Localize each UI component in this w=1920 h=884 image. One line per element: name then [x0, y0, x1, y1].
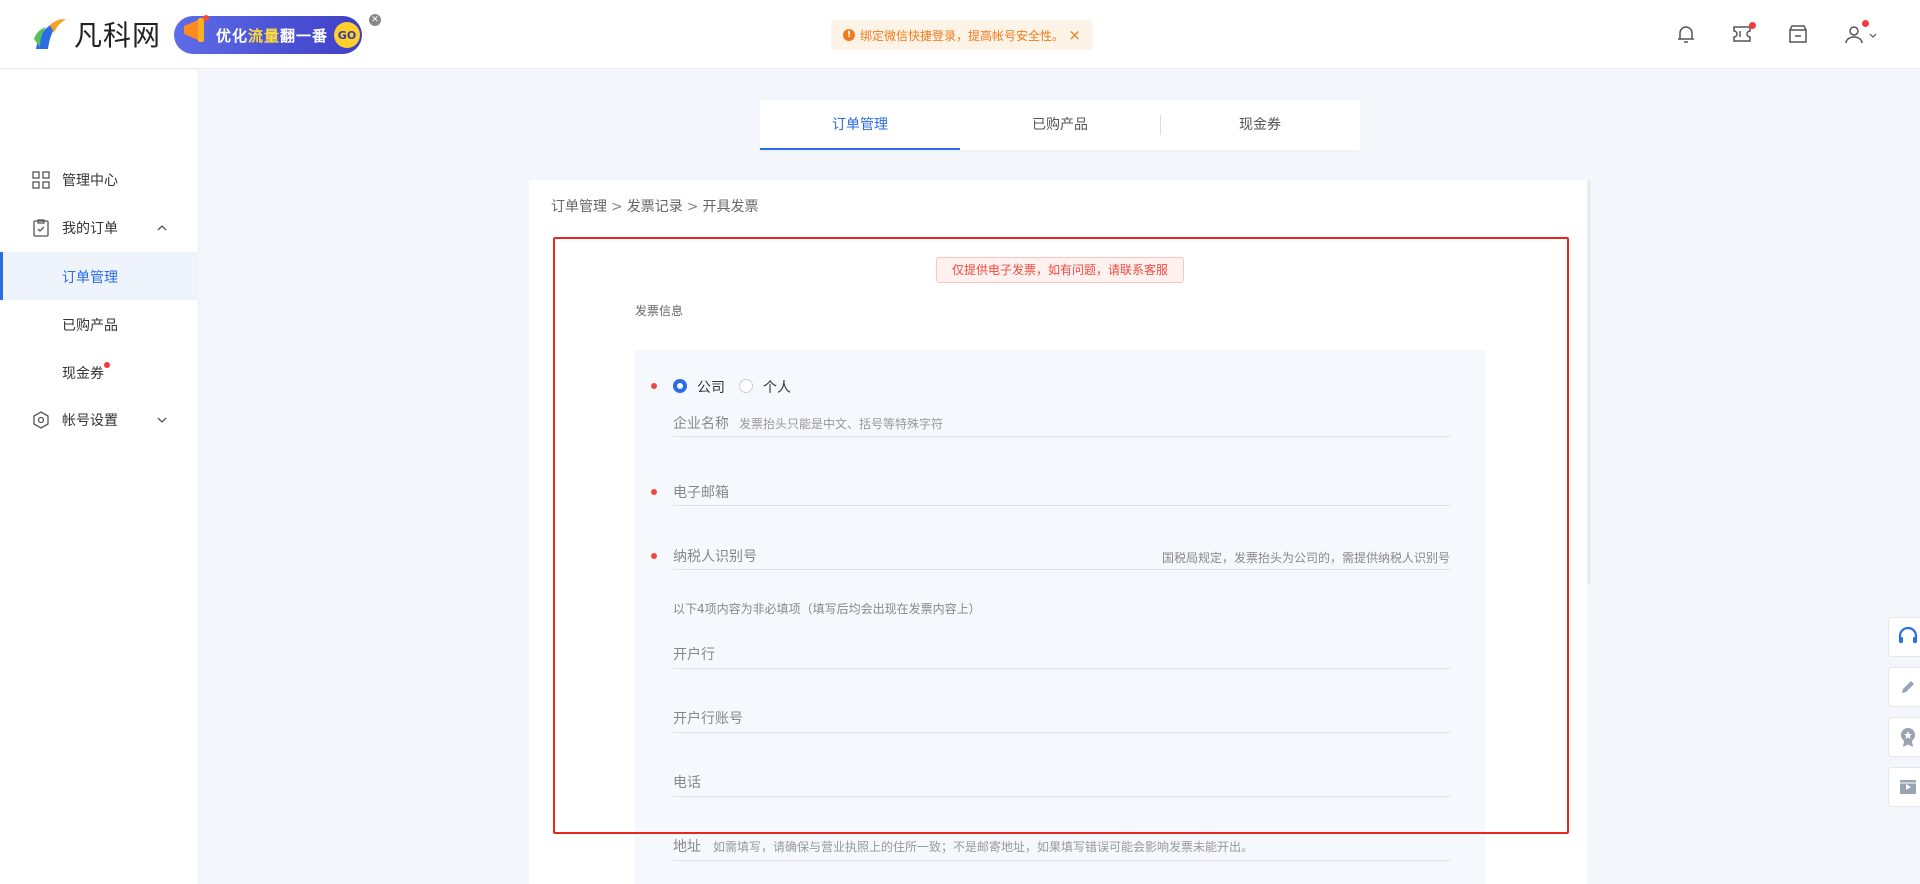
sidebar-item-cash-coupons[interactable]: 现金券: [0, 348, 199, 396]
pencil-icon: [1902, 681, 1914, 693]
settings-hexagon-icon: [33, 411, 49, 429]
breadcrumb-order-management[interactable]: 订单管理: [551, 199, 607, 215]
top-bar: 凡科网 优化流量翻一番 GO ✕ ! 绑定微信快捷登录，提高帐号安全性。 ×: [0, 0, 1920, 69]
sidebar-item-account-settings[interactable]: 帐号设置: [0, 396, 199, 444]
sidebar-item-my-orders[interactable]: 我的订单: [0, 204, 199, 252]
address-placeholder[interactable]: 如需填写，请确保与营业执照上的住所一致；不是邮寄地址，如果填写错误可能会影响发票…: [713, 838, 1253, 855]
store-icon[interactable]: [1786, 22, 1810, 46]
breadcrumb-invoice-records[interactable]: 发票记录: [627, 199, 683, 215]
sidebar-item-dashboard[interactable]: 管理中心: [0, 156, 199, 204]
scrollbar[interactable]: [1587, 180, 1591, 584]
customer-service-button[interactable]: [1888, 617, 1920, 657]
warning-icon: !: [843, 29, 855, 41]
chevron-down-icon[interactable]: [1868, 22, 1878, 46]
sidebar-item-label: 帐号设置: [62, 413, 118, 429]
sidebar: 管理中心 我的订单 订单管理 已购产品 现金券 帐号设置: [0, 70, 199, 884]
promo-banner[interactable]: 优化流量翻一番 GO: [174, 15, 362, 54]
badge-icon: [1901, 728, 1915, 747]
video-icon: [1900, 780, 1916, 794]
promo-go-button[interactable]: GO: [334, 22, 360, 48]
highlight-frame: [553, 237, 1569, 834]
breadcrumb-issue-invoice: 开具发票: [702, 199, 759, 215]
tab-bar: 订单管理 已购产品 现金券: [760, 100, 1360, 150]
sidebar-item-label: 管理中心: [62, 173, 118, 189]
sidebar-item-order-management[interactable]: 订单管理: [0, 252, 199, 300]
ticket-badge-dot: [1749, 22, 1756, 29]
logo-mark-icon: [34, 19, 66, 49]
wechat-bind-notice: ! 绑定微信快捷登录，提高帐号安全性。 ×: [831, 20, 1093, 50]
chevron-up-icon: [157, 225, 167, 231]
breadcrumb: 订单管理 > 发票记录 > 开具发票: [549, 196, 760, 216]
promo-text-part2: 翻一番: [280, 26, 329, 45]
promo-text-highlight: 流量: [248, 26, 281, 45]
close-icon[interactable]: ×: [1068, 26, 1081, 44]
sidebar-item-label: 现金券: [62, 366, 104, 382]
rewards-button[interactable]: [1888, 717, 1920, 757]
chevron-down-icon: [157, 417, 167, 423]
tab-order-management[interactable]: 订单管理: [760, 100, 960, 150]
headset-icon: [1898, 626, 1918, 643]
bell-icon[interactable]: [1674, 22, 1698, 46]
sidebar-item-label: 订单管理: [62, 270, 118, 286]
feedback-button[interactable]: [1888, 667, 1920, 707]
clipboard-check-icon: [33, 219, 49, 237]
logo-text: 凡科网: [74, 19, 162, 52]
logo[interactable]: 凡科网: [32, 14, 161, 54]
promo-close-icon[interactable]: ✕: [369, 14, 381, 26]
promo-text: 优化流量翻一番: [216, 25, 328, 46]
promo-text-part1: 优化: [216, 26, 249, 45]
video-tutorial-button[interactable]: [1888, 767, 1920, 807]
tab-cash-coupons[interactable]: 现金券: [1160, 100, 1360, 150]
breadcrumb-separator: >: [611, 199, 623, 215]
tab-purchased-products[interactable]: 已购产品: [960, 100, 1160, 150]
sidebar-item-label: 我的订单: [62, 221, 118, 237]
notice-text: 绑定微信快捷登录，提高帐号安全性。: [860, 28, 1065, 43]
megaphone-icon: [184, 15, 209, 42]
sidebar-item-label: 已购产品: [62, 318, 118, 334]
sidebar-item-purchased-products[interactable]: 已购产品: [0, 300, 199, 348]
tab-divider: [1160, 115, 1161, 135]
coupon-badge-dot: [104, 362, 110, 368]
grid-icon: [32, 171, 50, 189]
address-label: 地址: [673, 839, 701, 855]
address-underline: [673, 860, 1450, 861]
breadcrumb-separator: >: [686, 199, 699, 215]
